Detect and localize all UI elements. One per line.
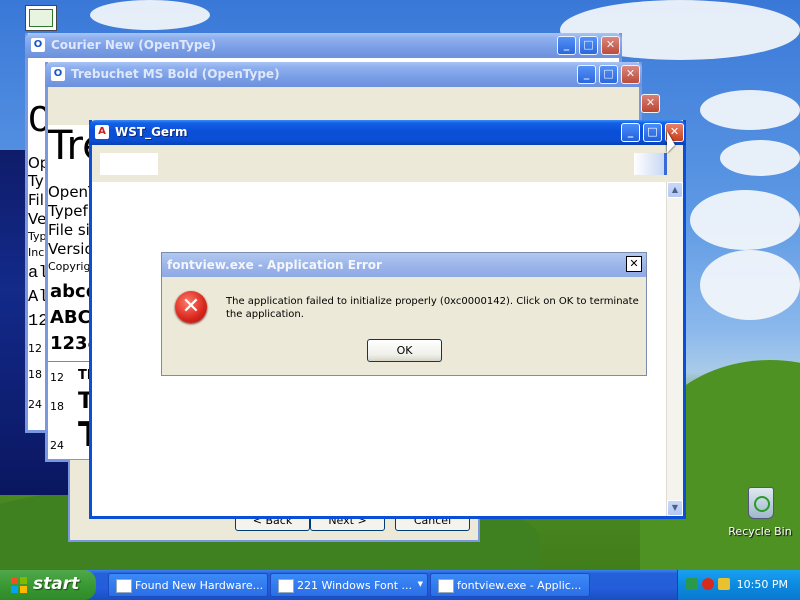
start-button[interactable]: start — [0, 570, 96, 600]
taskbar-item-found-new-hardware[interactable]: Found New Hardware... — [108, 573, 268, 597]
vertical-scrollbar[interactable]: ▲ ▼ — [666, 182, 683, 516]
recycle-bin[interactable]: Recycle Bin — [728, 485, 792, 541]
close-button-hidden-window[interactable]: ✕ — [641, 94, 660, 113]
title-bar[interactable]: A WST_Germ _ □ ✕ — [89, 120, 686, 145]
start-label: start — [33, 574, 80, 594]
close-button[interactable]: ✕ — [621, 65, 640, 84]
chevron-down-icon: ▼ — [417, 580, 423, 588]
window-title: Trebuchet MS Bold (OpenType) — [71, 67, 280, 81]
maximize-button[interactable]: □ — [579, 36, 598, 55]
maximize-button[interactable]: □ — [643, 123, 662, 142]
certificate-icon — [29, 9, 53, 27]
size-label: 24 — [28, 398, 42, 411]
taskbar-item-label: 221 Windows Font ... — [297, 579, 413, 592]
size-label: 24 — [50, 439, 64, 452]
error-icon: ✕ — [175, 291, 207, 323]
info-line: Inc — [28, 246, 45, 259]
window-title: Courier New (OpenType) — [51, 38, 217, 52]
adobe-font-icon: A — [95, 125, 109, 139]
info-line: Versio — [48, 240, 94, 258]
error-dialog[interactable]: fontview.exe - Application Error ✕ ✕ The… — [161, 252, 647, 376]
size-label: 12 — [50, 371, 64, 384]
title-bar[interactable]: O Courier New (OpenType) _ □ ✕ — [25, 33, 622, 58]
mouse-cursor-icon — [667, 131, 675, 153]
window-icon — [116, 579, 132, 593]
toolbar-mini-scroll — [634, 153, 667, 175]
hardware-icon[interactable] — [718, 578, 730, 590]
taskbar: start Found New Hardware... 221 Windows … — [0, 570, 800, 600]
desktop-icon[interactable] — [25, 5, 57, 31]
windows-logo-icon — [11, 577, 27, 593]
info-line: Copyrig — [48, 260, 91, 273]
ok-button[interactable]: OK — [367, 339, 442, 362]
window-icon — [278, 579, 294, 593]
preview-swatch — [100, 153, 158, 175]
dialog-title: fontview.exe - Application Error — [167, 258, 382, 272]
minimize-button[interactable]: _ — [557, 36, 576, 55]
title-bar[interactable]: O Trebuchet MS Bold (OpenType) _ □ ✕ — [45, 62, 642, 87]
size-label: 18 — [28, 368, 42, 381]
recycle-bin-icon — [748, 487, 774, 519]
security-alert-icon[interactable] — [702, 578, 714, 590]
info-line: Ty — [28, 172, 44, 190]
clock[interactable]: 10:50 PM — [737, 578, 788, 591]
scroll-up-button[interactable]: ▲ — [667, 182, 683, 198]
font-file-icon: O — [51, 67, 65, 81]
network-icon[interactable] — [686, 578, 698, 590]
dialog-title-bar[interactable]: fontview.exe - Application Error ✕ — [162, 253, 646, 277]
window-title: WST_Germ — [115, 125, 188, 139]
dialog-message: The application failed to initialize pro… — [226, 296, 639, 320]
system-tray: 10:50 PM — [677, 570, 800, 600]
recycle-bin-label: Recycle Bin — [728, 525, 792, 538]
info-line: File si — [48, 221, 90, 239]
font-file-icon: O — [31, 38, 45, 52]
taskbar-item-label: fontview.exe - Applic... — [457, 579, 582, 592]
sample-line: ABC — [50, 307, 91, 328]
size-label: 12 — [28, 342, 42, 355]
size-label: 18 — [50, 400, 64, 413]
info-line: Typ — [28, 230, 47, 243]
preview-toolbar — [92, 145, 683, 182]
maximize-button[interactable]: □ — [599, 65, 618, 84]
info-line: Fil — [28, 191, 44, 209]
taskbar-item-fontview-error[interactable]: fontview.exe - Applic... — [430, 573, 590, 597]
scroll-down-button[interactable]: ▼ — [667, 500, 683, 516]
minimize-button[interactable]: _ — [577, 65, 596, 84]
info-line: Ve — [28, 210, 47, 228]
taskbar-item-label: Found New Hardware... — [135, 579, 264, 592]
dialog-close-button[interactable]: ✕ — [626, 256, 642, 272]
taskbar-item-windows-font[interactable]: 221 Windows Font ... ▼ — [270, 573, 428, 597]
window-icon — [438, 579, 454, 593]
close-button[interactable]: ✕ — [601, 36, 620, 55]
info-line: Typef — [48, 202, 88, 220]
minimize-button[interactable]: _ — [621, 123, 640, 142]
